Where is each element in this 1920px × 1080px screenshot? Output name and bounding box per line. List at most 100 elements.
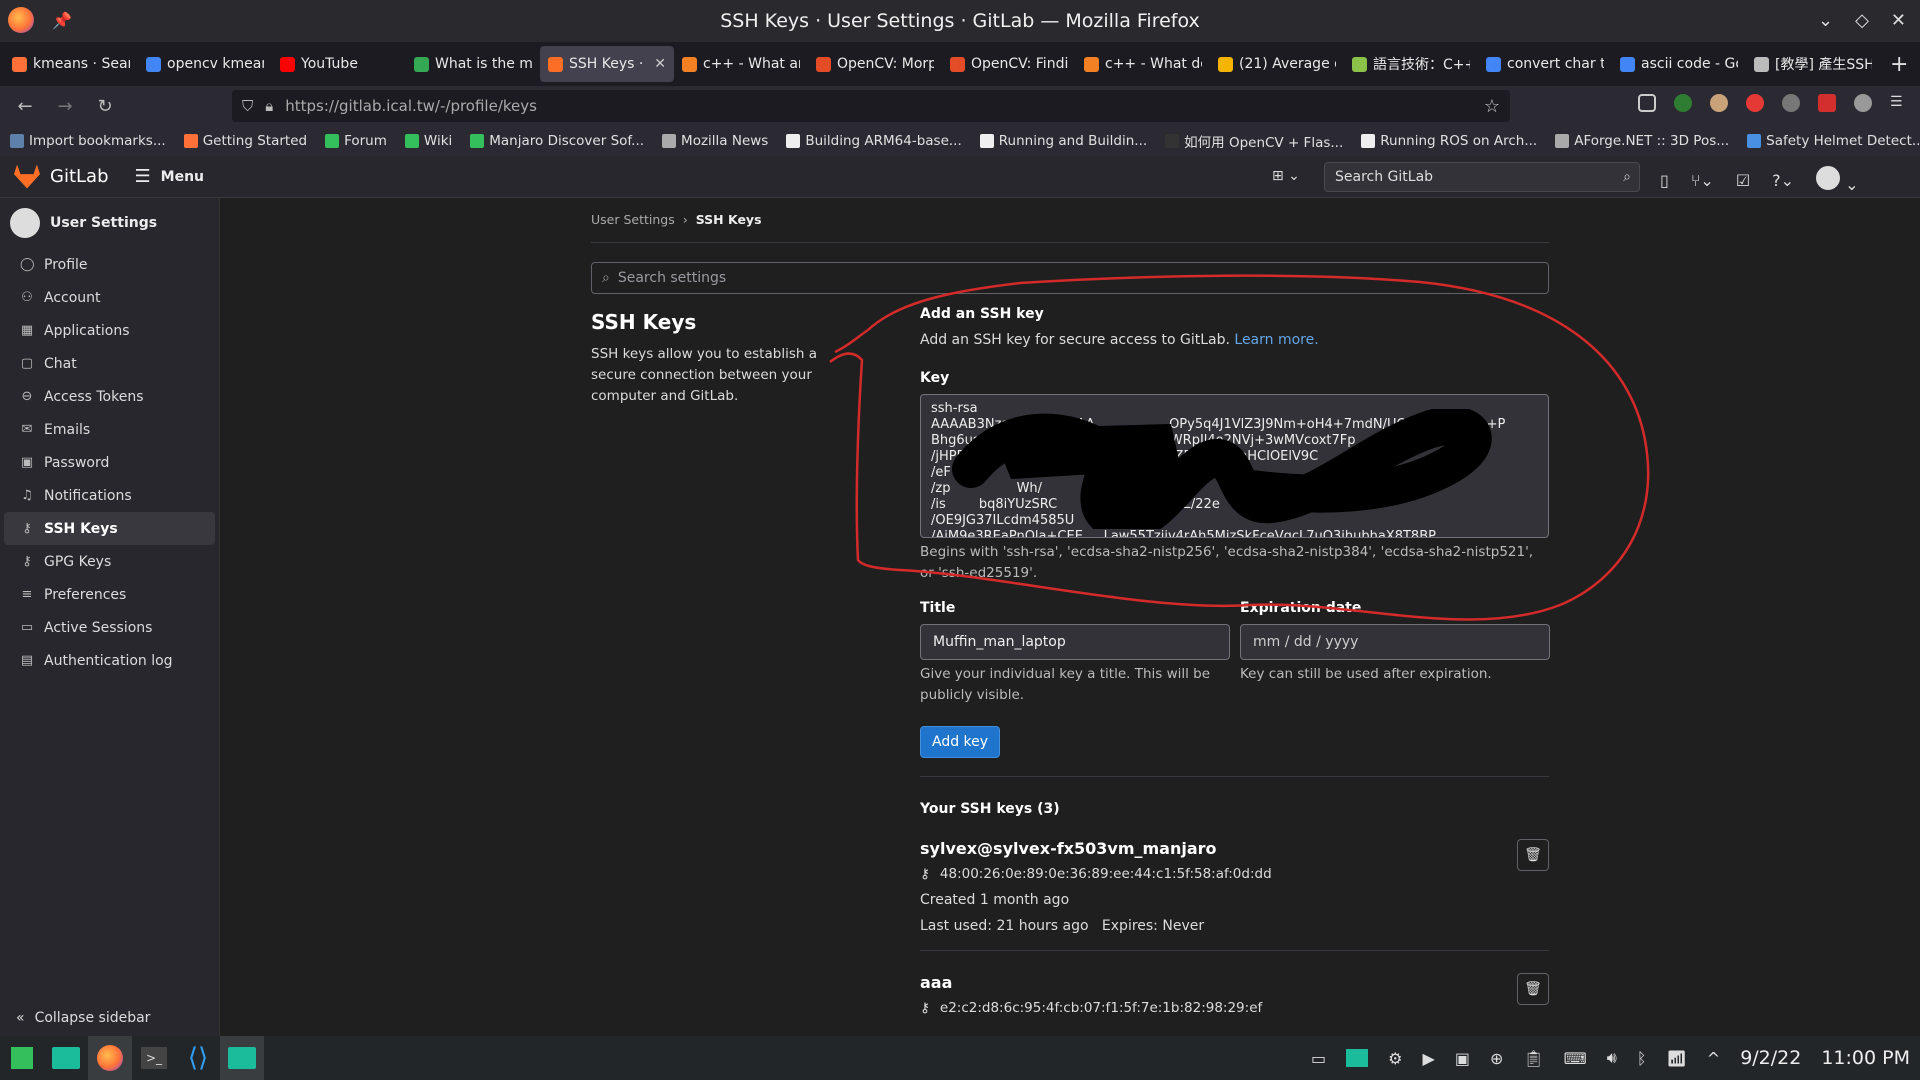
maximize-icon[interactable]: ◇	[1855, 10, 1869, 31]
vscode-icon[interactable]: ⟨⟩	[176, 1036, 220, 1080]
new-dropdown-button[interactable]: ⊞ ⌄	[1272, 168, 1300, 184]
pocket-icon[interactable]	[1638, 94, 1656, 112]
bookmark-item[interactable]: Building ARM64-base...	[786, 133, 962, 149]
bookmark-item[interactable]: 如何用 OpenCV + Flas...	[1165, 131, 1343, 151]
extension-face-icon[interactable]	[1710, 94, 1728, 112]
bookmark-item[interactable]: Import bookmarks...	[10, 133, 166, 149]
display-icon[interactable]: ▣	[1455, 1049, 1470, 1068]
clipboard-icon[interactable]: 📋︎	[1523, 1049, 1543, 1068]
browser-tab[interactable]: kmeans · Sear	[4, 46, 138, 82]
extension-bell-icon[interactable]	[1854, 94, 1872, 112]
sidebar-item-account[interactable]: ⚇ Account	[4, 281, 215, 314]
delete-key-button[interactable]: 🗑︎	[1517, 973, 1549, 1005]
firefox-taskbar-icon[interactable]	[88, 1036, 132, 1080]
tray-expand-icon[interactable]: ^	[1707, 1049, 1720, 1068]
add-key-button[interactable]: Add key	[920, 726, 1001, 758]
pin-icon[interactable]: 📌	[52, 11, 72, 30]
bluetooth-icon[interactable]: ᛒ	[1637, 1049, 1647, 1068]
collapse-sidebar-button[interactable]: « Collapse sidebar	[16, 1010, 150, 1026]
browser-tab[interactable]: c++ - What are	[674, 46, 808, 82]
notification-icon[interactable]: ⚙	[1388, 1049, 1402, 1068]
lock-icon[interactable]: 🔒︎	[265, 97, 273, 115]
wifi-icon[interactable]: 📶︎	[1666, 1049, 1686, 1068]
sidebar-item-emails[interactable]: ✉ Emails	[4, 413, 215, 446]
browser-tab[interactable]: (21) Average o	[1210, 46, 1344, 82]
sidebar-item-profile[interactable]: ◯ Profile	[4, 248, 215, 281]
bookmark-item[interactable]: Running ROS on Arch...	[1361, 133, 1537, 149]
menu-button[interactable]: ☰ Menu	[135, 166, 205, 187]
sidebar-item-password[interactable]: ▣ Password	[4, 446, 215, 479]
browser-tab[interactable]: SSH Keys · U ✕	[540, 46, 674, 82]
sidebar-item-notifications[interactable]: ♫ Notifications	[4, 479, 215, 512]
bookmark-item[interactable]: Wiki	[404, 133, 452, 149]
sidebar-item-ssh-keys[interactable]: ⚷ SSH Keys	[4, 512, 215, 545]
breadcrumb-parent[interactable]: User Settings	[591, 212, 675, 227]
browser-tab[interactable]: [教學] 產生SSH	[1746, 46, 1880, 82]
sidebar-item-chat[interactable]: ▢ Chat	[4, 347, 215, 380]
browser-tab[interactable]: 語言技術：C++	[1344, 46, 1478, 82]
expiration-date-input[interactable]: mm / dd / yyyy	[1240, 624, 1550, 660]
clock-time[interactable]: 11:00 PM	[1821, 1047, 1910, 1069]
browser-tab[interactable]: convert char to	[1478, 46, 1612, 82]
delete-key-button[interactable]: 🗑︎	[1517, 839, 1549, 871]
sidebar-item-gpg-keys[interactable]: ⚷ GPG Keys	[4, 545, 215, 578]
gitlab-search-input[interactable]: Search GitLab ⌕	[1324, 162, 1640, 192]
show-desktop-icon[interactable]: ▭	[1311, 1049, 1326, 1068]
bookmark-star-icon[interactable]: ☆	[1484, 96, 1500, 117]
back-icon[interactable]: ←	[10, 96, 40, 117]
user-avatar[interactable]: ⌄	[1816, 166, 1859, 194]
ssh-key-name[interactable]: sylvex@sylvex-fx503vm_manjaro	[920, 839, 1549, 858]
help-icon[interactable]: ?⌄	[1772, 171, 1794, 190]
app-menu-icon[interactable]: ☰	[1890, 94, 1908, 112]
keyboard-icon[interactable]: ⌨	[1564, 1049, 1587, 1068]
media-player-icon[interactable]: ▶	[1423, 1049, 1435, 1068]
file-manager-window-icon[interactable]	[220, 1036, 264, 1080]
merge-requests-icon[interactable]: ⑂⌄	[1691, 171, 1714, 190]
sidebar-item-preferences[interactable]: ≡ Preferences	[4, 578, 215, 611]
bookmark-item[interactable]: Manjaro Discover Sof...	[470, 133, 644, 149]
minimize-icon[interactable]: ⌄	[1818, 10, 1833, 31]
sidebar-item-authentication-log[interactable]: ▤ Authentication log	[4, 644, 215, 677]
sidebar-item-access-tokens[interactable]: ⊖ Access Tokens	[4, 380, 215, 413]
close-window-icon[interactable]: ✕	[1891, 10, 1906, 31]
bookmark-item[interactable]: Safety Helmet Detect...	[1747, 133, 1920, 149]
forward-icon[interactable]: →	[50, 96, 80, 117]
browser-tab[interactable]: c++ - What do	[1076, 46, 1210, 82]
extension-youtube-icon[interactable]	[1818, 94, 1836, 112]
browser-tab[interactable]: ascii code - Go	[1612, 46, 1746, 82]
browser-tab[interactable]: OpenCV: Morp	[808, 46, 942, 82]
issues-icon[interactable]: ▯	[1660, 171, 1669, 190]
browser-tab[interactable]: OpenCV: Findi	[942, 46, 1076, 82]
bookmark-item[interactable]: Running and Buildin...	[979, 133, 1147, 149]
learn-more-link[interactable]: Learn more.	[1234, 332, 1318, 348]
browser-tab[interactable]: opencv kmean	[138, 46, 272, 82]
pager-icon[interactable]	[1346, 1049, 1369, 1067]
updates-icon[interactable]: ⊕	[1490, 1049, 1503, 1068]
todo-icon[interactable]: ☑	[1736, 171, 1750, 190]
reload-icon[interactable]: ↻	[90, 96, 120, 117]
url-text[interactable]: https://gitlab.ical.tw/-/profile/keys	[285, 97, 537, 115]
settings-search-input[interactable]: ⌕ Search settings	[591, 262, 1549, 294]
download-icon[interactable]	[1674, 94, 1692, 112]
file-manager-icon[interactable]	[44, 1036, 88, 1080]
key-textarea[interactable]: ssh-rsa AAAAB3NzaC1yc2EAAAA OPy5q4J1VlZ3…	[920, 394, 1549, 538]
sidebar-header[interactable]: User Settings	[0, 198, 219, 248]
terminal-icon[interactable]: >_	[132, 1036, 176, 1080]
sidebar-item-applications[interactable]: ▦ Applications	[4, 314, 215, 347]
extension-arrow-icon[interactable]	[1782, 94, 1800, 112]
volume-icon[interactable]: 🔊︎	[1607, 1048, 1617, 1068]
ssh-key-name[interactable]: aaa	[920, 973, 1549, 992]
sidebar-item-active-sessions[interactable]: ▭ Active Sessions	[4, 611, 215, 644]
bookmark-item[interactable]: Mozilla News	[662, 133, 768, 149]
gitlab-logo[interactable]: GitLab	[14, 164, 109, 189]
bookmark-item[interactable]: AForge.NET :: 3D Pos...	[1555, 133, 1729, 149]
manjaro-menu-icon[interactable]	[0, 1036, 44, 1080]
url-bar[interactable]: ⛉ 🔒︎ https://gitlab.ical.tw/-/profile/ke…	[232, 90, 1510, 122]
bookmark-item[interactable]: Forum	[325, 133, 387, 149]
extension-red-icon[interactable]	[1746, 94, 1764, 112]
title-input[interactable]: Muffin_man_laptop	[920, 624, 1230, 660]
firefox-icon[interactable]	[8, 7, 34, 33]
browser-tab[interactable]: What is the m	[406, 46, 540, 82]
close-tab-icon[interactable]: ✕	[654, 56, 666, 72]
bookmark-item[interactable]: Getting Started	[183, 133, 307, 149]
